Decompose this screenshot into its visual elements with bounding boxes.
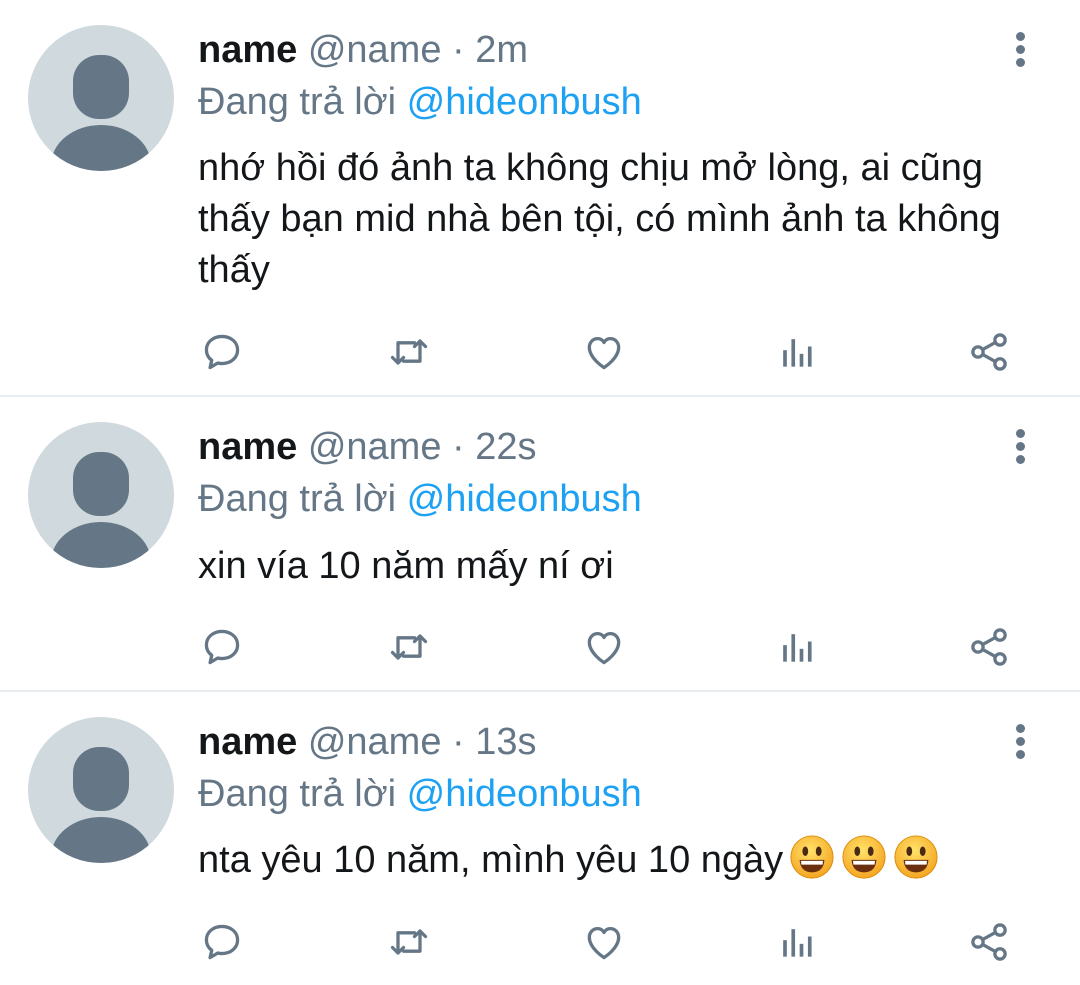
tweet-actions: [0, 322, 1080, 382]
tweet-text: nta yêu 10 năm, mình yêu 10 ngày: [198, 834, 1048, 886]
share-icon: [971, 333, 1007, 371]
replying-to: Đang trả lời @hideonbush: [198, 477, 642, 521]
retweet-button[interactable]: [381, 912, 437, 972]
display-name[interactable]: name: [198, 29, 297, 71]
retweet-icon: [390, 634, 428, 660]
display-name[interactable]: name: [198, 426, 297, 468]
emoji-group: [783, 835, 939, 881]
replying-to: Đang trả lời @hideonbush: [198, 772, 642, 816]
like-button[interactable]: [576, 912, 632, 972]
tweet-text: nhớ hồi đó ảnh ta không chịu mở lòng, ai…: [198, 147, 1001, 291]
views-button[interactable]: [768, 912, 824, 972]
grinning-face-emoji: [894, 835, 938, 879]
share-button[interactable]: [961, 322, 1017, 382]
separator-dot: ·: [452, 721, 465, 763]
retweet-button[interactable]: [381, 617, 437, 677]
tweet-text-body: nta yêu 10 năm, mình yêu 10 ngày: [198, 839, 784, 881]
tweet[interactable]: name @name · 13s Đang trả lời @hideonbus…: [0, 692, 1080, 985]
like-button[interactable]: [576, 322, 632, 382]
default-avatar-icon[interactable]: [28, 717, 174, 863]
replying-to-handle[interactable]: @hideonbush: [407, 478, 642, 520]
timestamp[interactable]: 2m: [475, 29, 528, 71]
heart-icon: [587, 631, 621, 665]
replying-to-label: Đang trả lời: [198, 478, 397, 520]
reply-feed: name @name · 2m Đang trả lời @hideonbush…: [0, 0, 1080, 985]
reply-icon: [204, 629, 240, 665]
tweet[interactable]: name @name · 22s Đang trả lời @hideonbus…: [0, 397, 1080, 690]
analytics-icon: [783, 929, 812, 957]
more-vertical-icon[interactable]: [1004, 427, 1038, 467]
separator-dot: ·: [452, 29, 465, 71]
replying-to-handle[interactable]: @hideonbush: [407, 773, 642, 815]
display-name[interactable]: name: [198, 721, 297, 763]
reply-icon: [204, 334, 240, 370]
tweet-actions: [0, 912, 1080, 972]
tweet[interactable]: name @name · 2m Đang trả lời @hideonbush…: [0, 0, 1080, 395]
tweet-text: xin vía 10 năm mấy ní ơi: [198, 545, 614, 587]
user-handle[interactable]: @name: [308, 721, 442, 763]
default-avatar-icon[interactable]: [28, 25, 174, 171]
grinning-face-emoji: [790, 835, 834, 879]
retweet-icon: [390, 339, 428, 365]
tweet-actions: [0, 617, 1080, 677]
heart-icon: [587, 336, 621, 370]
timestamp[interactable]: 22s: [475, 426, 536, 468]
reply-button[interactable]: [194, 322, 250, 382]
share-icon: [971, 628, 1007, 666]
reply-button[interactable]: [194, 912, 250, 972]
more-vertical-icon[interactable]: [1004, 722, 1038, 762]
replying-to-handle[interactable]: @hideonbush: [407, 81, 642, 123]
more-vertical-icon[interactable]: [1004, 30, 1038, 70]
user-handle[interactable]: @name: [308, 426, 442, 468]
retweet-icon: [390, 929, 428, 955]
user-handle[interactable]: @name: [308, 29, 442, 71]
tweet-header: name @name · 13s: [198, 720, 537, 764]
share-icon: [971, 923, 1007, 961]
timestamp[interactable]: 13s: [475, 721, 536, 763]
heart-icon: [587, 926, 621, 960]
separator-dot: ·: [452, 426, 465, 468]
views-button[interactable]: [768, 322, 824, 382]
share-button[interactable]: [961, 617, 1017, 677]
tweet-header: name @name · 22s: [198, 425, 537, 469]
views-button[interactable]: [768, 617, 824, 677]
reply-button[interactable]: [194, 617, 250, 677]
replying-to: Đang trả lời @hideonbush: [198, 80, 642, 124]
tweet-header: name @name · 2m: [198, 28, 528, 72]
replying-to-label: Đang trả lời: [198, 773, 397, 815]
grinning-face-emoji: [842, 835, 886, 879]
share-button[interactable]: [961, 912, 1017, 972]
analytics-icon: [783, 634, 812, 662]
reply-icon: [204, 924, 240, 960]
default-avatar-icon[interactable]: [28, 422, 174, 568]
replying-to-label: Đang trả lời: [198, 81, 397, 123]
retweet-button[interactable]: [381, 322, 437, 382]
analytics-icon: [783, 339, 812, 367]
like-button[interactable]: [576, 617, 632, 677]
